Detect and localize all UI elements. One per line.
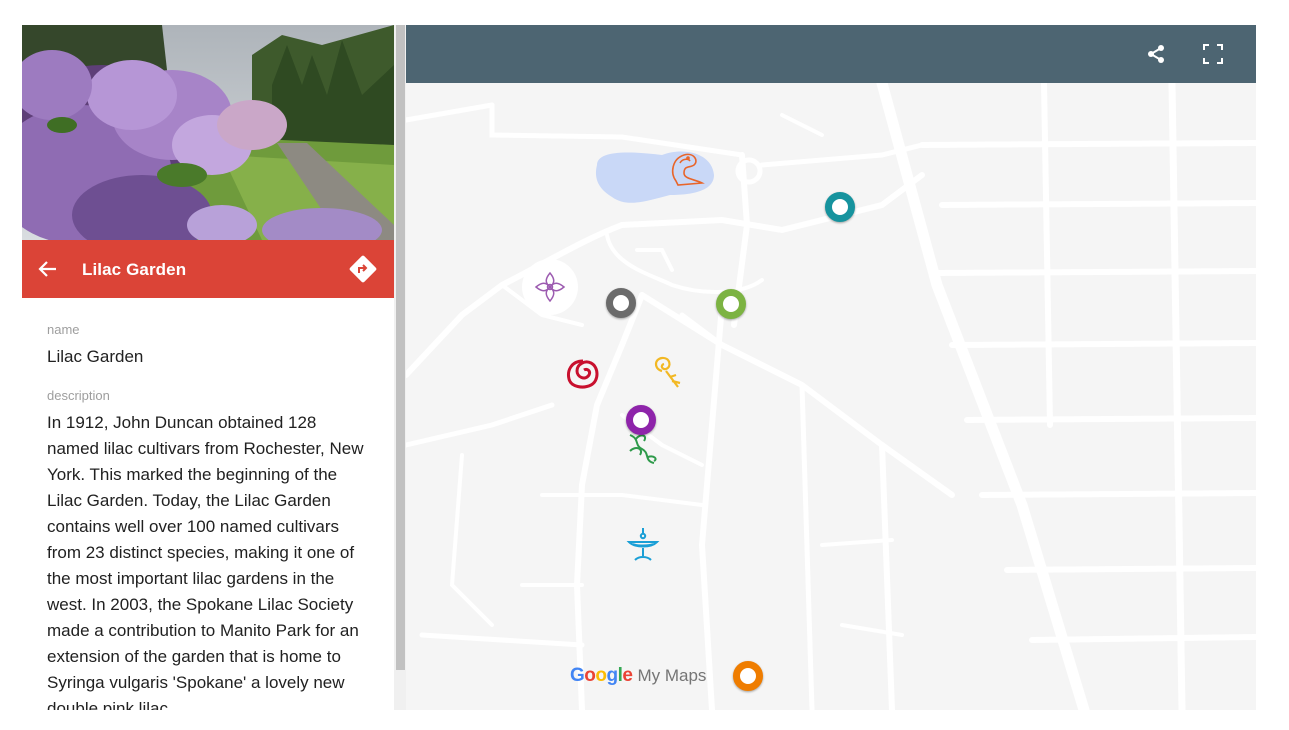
place-detail-panel: Lilac Garden name Lilac Garden descripti… [22, 25, 394, 710]
fountain-shape [626, 528, 660, 561]
green-marker[interactable] [716, 289, 746, 319]
back-arrow-icon[interactable] [36, 257, 60, 281]
my-maps-label: My Maps [637, 666, 707, 685]
map-toolbar [406, 25, 1256, 83]
swan-icon[interactable] [666, 149, 706, 191]
purple-marker[interactable] [626, 405, 656, 435]
directions-icon[interactable] [348, 254, 378, 284]
teal-marker[interactable] [825, 192, 855, 222]
swirl-icon[interactable] [648, 353, 684, 391]
description-text: In 1912, John Duncan obtained 128 named … [47, 413, 364, 710]
place-title: Lilac Garden [82, 260, 187, 279]
place-details: name Lilac Garden description In 1912, J… [47, 322, 372, 710]
description-label: description [47, 388, 110, 403]
panel-scrollbar[interactable] [394, 25, 406, 710]
fountain-icon[interactable] [625, 524, 661, 564]
share-icon[interactable] [1144, 42, 1168, 66]
orange-marker[interactable] [733, 661, 763, 691]
scrollbar-thumb[interactable] [396, 25, 405, 670]
lilac-flower-shape [534, 271, 566, 303]
google-my-maps-logo: Google My Maps [570, 665, 706, 687]
rose-icon[interactable] [563, 355, 603, 393]
swirl-shape [654, 356, 681, 388]
place-photo [22, 25, 394, 240]
embedded-map-frame: Google My Maps Lilac Garden name Lilac G… [22, 25, 1256, 710]
gray-marker[interactable] [606, 288, 636, 318]
lilac-flower-icon[interactable] [522, 259, 578, 315]
fullscreen-icon[interactable] [1201, 42, 1225, 66]
name-value: Lilac Garden [47, 347, 144, 366]
rose-shape [567, 359, 599, 389]
google-wordmark: Google [570, 665, 633, 686]
place-title-bar: Lilac Garden [22, 240, 394, 298]
name-label: name [47, 322, 80, 337]
swan-shape [671, 153, 705, 186]
